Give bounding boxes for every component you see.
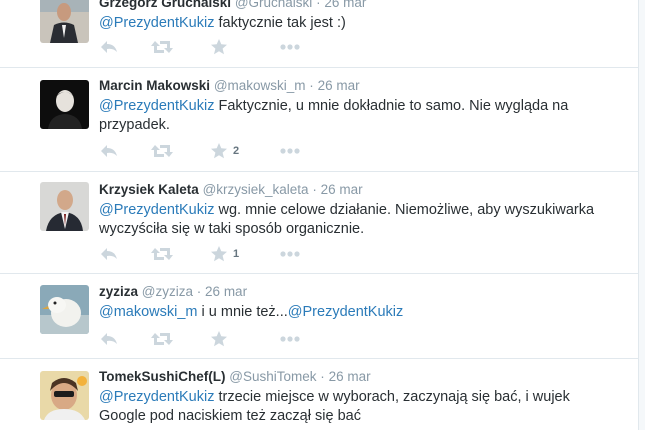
tweet-text-body: i u mnie też... bbox=[197, 304, 288, 320]
avatar[interactable] bbox=[40, 80, 89, 129]
username-link[interactable]: @zyziza bbox=[142, 284, 193, 299]
separator: · bbox=[196, 284, 202, 299]
favorite-icon bbox=[211, 39, 227, 55]
fullname-link[interactable]: TomekSushiChef(L) bbox=[99, 369, 226, 384]
mention-link[interactable]: @PrezydentKukiz bbox=[99, 15, 214, 31]
mention-link[interactable]: @PrezydentKukiz bbox=[99, 389, 214, 405]
username-link[interactable]: @SushiTomek bbox=[229, 369, 316, 384]
tweet-header: Marcin Makowski @makowski_m · 26 mar bbox=[99, 77, 618, 95]
retweet-button[interactable] bbox=[151, 142, 173, 160]
favorite-icon bbox=[211, 246, 227, 262]
username-link[interactable]: @Gruchalski bbox=[235, 0, 312, 10]
retweet-icon bbox=[151, 41, 173, 53]
favorite-button[interactable] bbox=[210, 245, 228, 263]
avatar[interactable] bbox=[40, 182, 89, 231]
separator: · bbox=[309, 78, 314, 93]
more-icon bbox=[280, 251, 300, 257]
tweet-text: @PrezydentKukiz wg. mnie celowe działani… bbox=[99, 201, 618, 239]
tweet-text: @makowski_m i u mnie też...@PrezydentKuk… bbox=[99, 303, 618, 322]
avatar[interactable] bbox=[40, 371, 89, 420]
reply-icon bbox=[101, 333, 117, 345]
timestamp-link[interactable]: 26 mar bbox=[205, 284, 247, 299]
tweet-header: TomekSushiChef(L) @SushiTomek · 26 mar bbox=[99, 368, 618, 386]
favorite-button[interactable] bbox=[210, 330, 228, 348]
reply-button[interactable] bbox=[99, 38, 119, 56]
timeline-border bbox=[638, 0, 639, 430]
separator: · bbox=[312, 182, 317, 197]
mention-link[interactable]: @PrezydentKukiz bbox=[99, 202, 214, 218]
separator: · bbox=[316, 0, 321, 10]
mention-link[interactable]: @PrezydentKukiz bbox=[99, 98, 214, 114]
more-icon bbox=[280, 44, 300, 50]
favorite-button[interactable] bbox=[210, 142, 228, 160]
retweet-button[interactable] bbox=[151, 330, 173, 348]
more-button[interactable] bbox=[279, 38, 301, 56]
tweet-header: Krzysiek Kaleta @krzysiek_kaleta · 26 ma… bbox=[99, 181, 618, 199]
reply-button[interactable] bbox=[99, 142, 119, 160]
fullname-link[interactable]: Marcin Makowski bbox=[99, 78, 210, 93]
avatar[interactable] bbox=[40, 0, 89, 43]
favorite-button[interactable] bbox=[210, 38, 228, 56]
favorite-count: 2 bbox=[233, 145, 240, 157]
username-link[interactable]: @makowski_m bbox=[214, 78, 306, 93]
avatar[interactable] bbox=[40, 285, 89, 334]
retweet-icon bbox=[151, 333, 173, 345]
reply-icon bbox=[101, 248, 117, 260]
separator: · bbox=[320, 369, 325, 384]
mention-link[interactable]: @makowski_m bbox=[99, 304, 198, 320]
tweet-text-body: faktycznie tak jest :) bbox=[214, 15, 346, 31]
timestamp-link[interactable]: 26 mar bbox=[324, 0, 366, 10]
mention-link[interactable]: @PrezydentKukiz bbox=[288, 304, 403, 320]
retweet-icon bbox=[151, 248, 173, 260]
tweet[interactable]: Krzysiek Kaleta @krzysiek_kaleta · 26 ma… bbox=[0, 172, 638, 274]
tweet-header: Grzegorz Gruchalski @Gruchalski · 26 mar bbox=[99, 0, 618, 12]
timestamp-link[interactable]: 26 mar bbox=[318, 78, 360, 93]
fullname-link[interactable]: zyziza bbox=[99, 284, 138, 299]
timeline: Grzegorz Gruchalski @Gruchalski · 26 mar… bbox=[0, 0, 638, 430]
tweet[interactable]: Marcin Makowski @makowski_m · 26 mar @Pr… bbox=[0, 68, 638, 172]
more-button[interactable] bbox=[279, 330, 301, 348]
retweet-icon bbox=[151, 145, 173, 157]
tweet[interactable]: zyziza @zyziza · 26 mar @makowski_m i u … bbox=[0, 274, 638, 359]
fullname-link[interactable]: Grzegorz Gruchalski bbox=[99, 0, 231, 10]
more-button[interactable] bbox=[279, 142, 301, 160]
fullname-link[interactable]: Krzysiek Kaleta bbox=[99, 182, 199, 197]
tweet-text: @PrezydentKukiz faktycznie tak jest :) bbox=[99, 14, 618, 33]
reply-icon bbox=[101, 145, 117, 157]
favorite-icon bbox=[211, 331, 227, 347]
reply-icon bbox=[101, 41, 117, 53]
timestamp-link[interactable]: 26 mar bbox=[321, 182, 363, 197]
tweet-text: @PrezydentKukiz trzecie miejsce w wybora… bbox=[99, 388, 618, 426]
reply-button[interactable] bbox=[99, 245, 119, 263]
favorite-count: 1 bbox=[233, 248, 240, 260]
tweet-text: @PrezydentKukiz Faktycznie, u mnie dokła… bbox=[99, 97, 618, 135]
more-icon bbox=[280, 148, 300, 154]
tweet[interactable]: Grzegorz Gruchalski @Gruchalski · 26 mar… bbox=[0, 0, 638, 68]
timestamp-link[interactable]: 26 mar bbox=[329, 369, 371, 384]
favorite-icon bbox=[211, 143, 227, 159]
more-button[interactable] bbox=[279, 245, 301, 263]
tweet[interactable]: TomekSushiChef(L) @SushiTomek · 26 mar @… bbox=[0, 359, 638, 430]
more-icon bbox=[280, 336, 300, 342]
retweet-button[interactable] bbox=[151, 245, 173, 263]
username-link[interactable]: @krzysiek_kaleta bbox=[203, 182, 309, 197]
retweet-button[interactable] bbox=[151, 38, 173, 56]
tweet-header: zyziza @zyziza · 26 mar bbox=[99, 283, 618, 301]
reply-button[interactable] bbox=[99, 330, 119, 348]
